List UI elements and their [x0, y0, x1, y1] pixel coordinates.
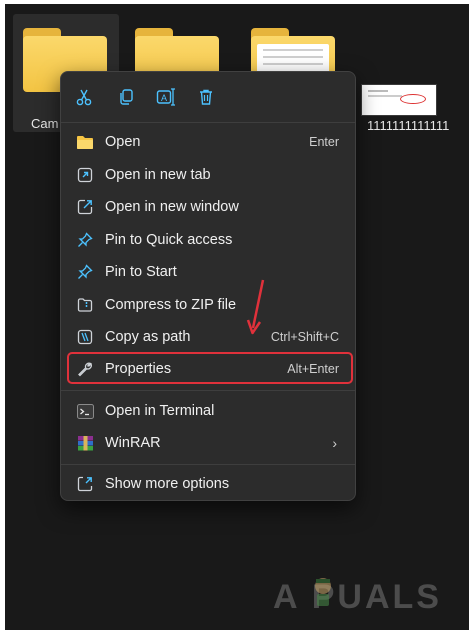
more-options-icon: [75, 474, 95, 494]
quick-actions-bar: A: [61, 72, 355, 123]
zip-icon: [75, 295, 95, 315]
menu-item-open-in-new-window[interactable]: Open in new window: [67, 192, 349, 222]
document-thumbnail[interactable]: [361, 84, 437, 116]
rename-icon[interactable]: A: [151, 82, 181, 112]
terminal-icon: [75, 401, 95, 421]
shortcut-text: Ctrl+Shift+C: [270, 330, 339, 344]
context-menu: A Open Enter Open in new tab Open in new…: [60, 71, 356, 501]
menu-item-open-in-terminal[interactable]: Open in Terminal: [67, 396, 349, 426]
file-label: 1111111111111: [367, 118, 450, 133]
copy-icon[interactable]: [111, 82, 141, 112]
watermark-text: A PUALS: [273, 578, 442, 616]
desktop-area: Cam 1111111111111 A Open Enter Open in n…: [5, 4, 469, 630]
cut-icon[interactable]: [69, 82, 99, 112]
menu-item-properties[interactable]: Properties Alt+Enter: [67, 354, 349, 384]
pin-icon: [75, 262, 95, 282]
menu-item-label: Open in new tab: [105, 167, 211, 183]
menu-item-open[interactable]: Open Enter: [67, 127, 349, 157]
menu-item-pin-to-start[interactable]: Pin to Start: [67, 257, 349, 287]
menu-item-open-in-new-tab[interactable]: Open in new tab: [67, 160, 349, 190]
menu-item-show-more-options[interactable]: Show more options: [67, 469, 349, 499]
copy-path-icon: [75, 327, 95, 347]
menu-item-label: Open in Terminal: [105, 403, 215, 419]
delete-icon[interactable]: [191, 82, 221, 112]
menu-item-pin-to-quick-access[interactable]: Pin to Quick access: [67, 225, 349, 255]
menu-divider: [61, 464, 355, 465]
wrench-icon: [75, 359, 95, 379]
menu-item-label: Pin to Start: [105, 264, 177, 280]
new-window-icon: [75, 197, 95, 217]
menu-item-label: WinRAR: [105, 435, 161, 451]
watermark-mascot-icon: [315, 578, 331, 606]
menu-divider: [61, 390, 355, 391]
menu-item-label: Compress to ZIP file: [105, 297, 237, 313]
menu-item-label: Open: [105, 134, 141, 150]
menu-item-label: Open in new window: [105, 199, 239, 215]
shortcut-text: Enter: [309, 135, 339, 149]
chevron-right-icon: ›: [332, 435, 337, 451]
menu-item-label: Pin to Quick access: [105, 232, 233, 248]
pin-icon: [75, 230, 95, 250]
menu-item-compress-to-zip[interactable]: Compress to ZIP file: [67, 290, 349, 320]
folder-icon: [75, 132, 95, 152]
menu-item-label: Properties: [105, 361, 172, 377]
svg-text:A: A: [161, 93, 167, 103]
menu-item-winrar[interactable]: WinRAR ›: [67, 428, 349, 458]
folder-label: Cam: [31, 116, 59, 131]
new-tab-icon: [75, 165, 95, 185]
winrar-icon: [75, 433, 95, 453]
menu-item-label: Show more options: [105, 476, 230, 492]
shortcut-text: Alt+Enter: [287, 362, 339, 376]
menu-item-copy-as-path[interactable]: Copy as path Ctrl+Shift+C: [67, 322, 349, 352]
annotation-arrow: [246, 279, 265, 335]
